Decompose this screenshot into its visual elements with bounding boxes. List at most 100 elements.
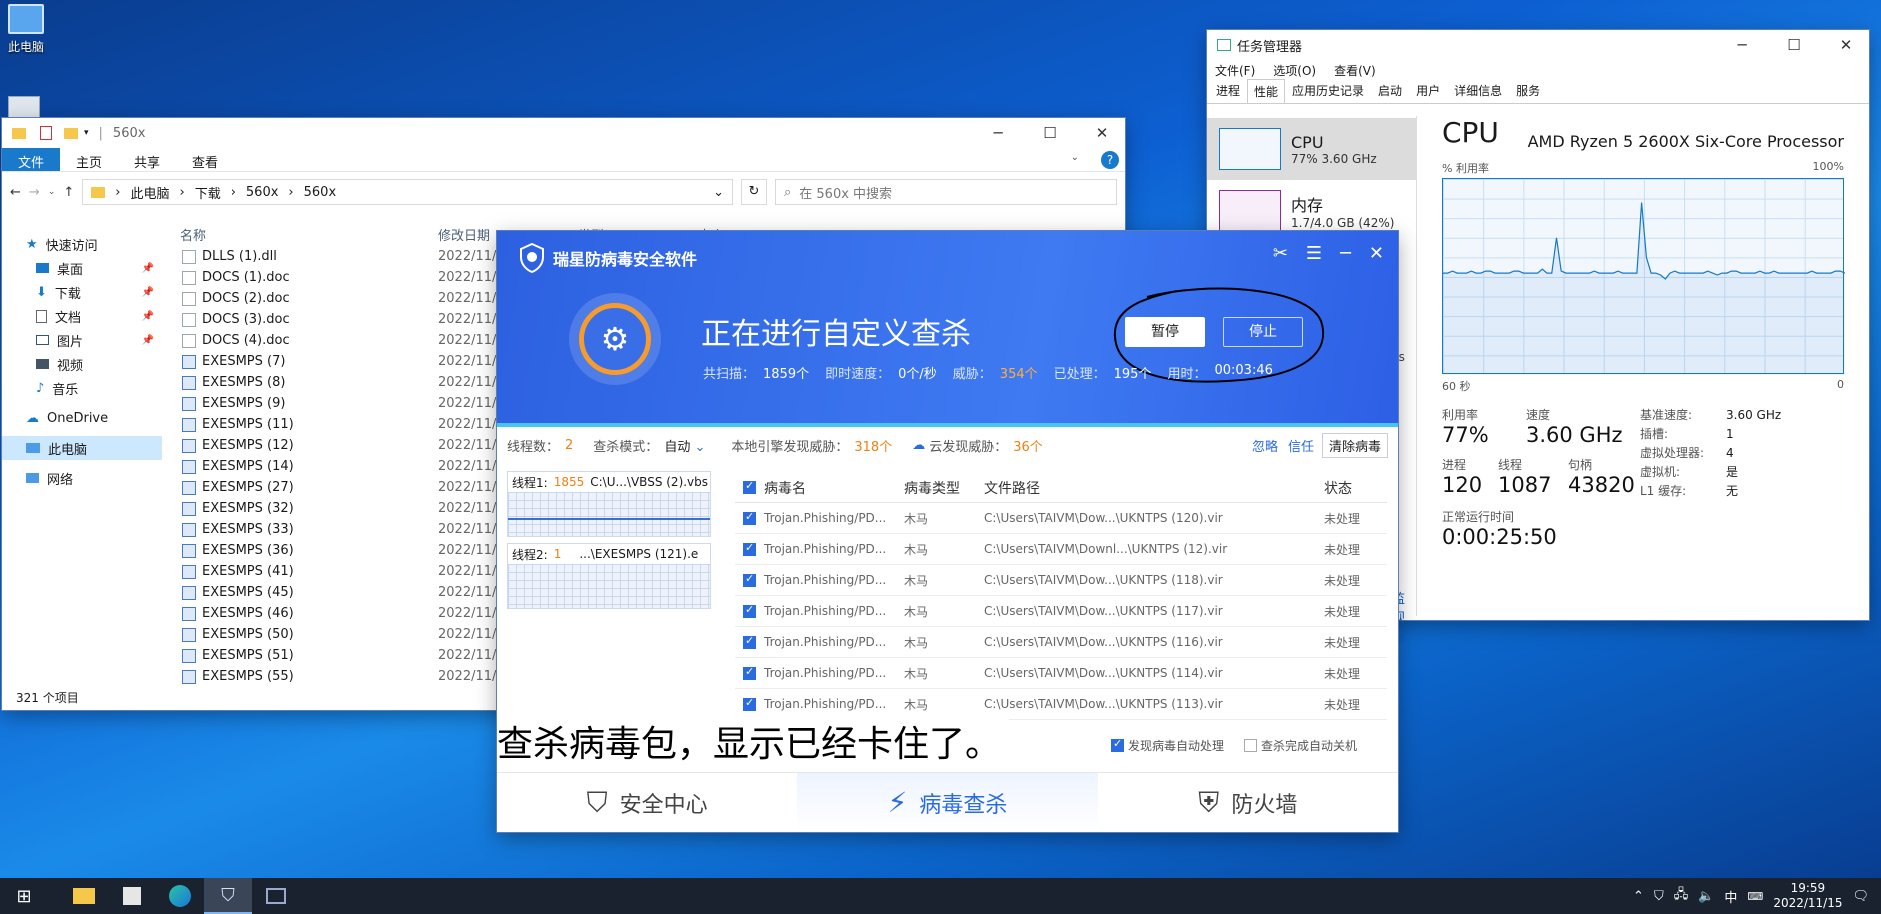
expand-ribbon-icon[interactable]: ⌄ (1055, 148, 1095, 171)
volume-icon[interactable]: 🔈 (1698, 889, 1714, 904)
pin-icon[interactable]: 📌 (142, 263, 154, 274)
nav-pictures[interactable]: 图片 📌 (2, 328, 162, 352)
input-method[interactable]: 中 (1724, 887, 1737, 906)
pin-icon[interactable]: 📌 (142, 287, 154, 298)
virus-row[interactable]: Trojan.Phishing/PD... 木马 C:\Users\TAIVM\Do… (735, 627, 1387, 658)
up-icon[interactable]: ↑ (63, 185, 74, 200)
nav-music[interactable]: ♪ 音乐 (2, 376, 162, 400)
taskbar-edge[interactable] (156, 878, 204, 914)
scan-mode-select[interactable]: 自动 ⌄ (664, 436, 705, 455)
ignore-link[interactable]: 忽略 (1252, 436, 1278, 455)
resource-cpu[interactable]: CPU 77% 3.60 GHz (1207, 118, 1416, 180)
auto-shutdown-option[interactable]: 查杀完成自动关机 (1244, 737, 1357, 754)
network-icon[interactable]: 🖧 (1674, 885, 1689, 907)
auto-shutdown-checkbox[interactable] (1244, 739, 1258, 752)
help-icon[interactable]: ? (1101, 151, 1119, 169)
tab-virus-scan[interactable]: ⚡ 病毒查杀 (797, 773, 1098, 832)
menu-file[interactable]: 文件(F) (1215, 62, 1255, 79)
address-bar[interactable]: › 此电脑 › 下载 › 560x › 560x ⌄ (82, 179, 733, 205)
menu-icon[interactable]: ☰ (1306, 243, 1322, 264)
customize-qat-icon[interactable]: ▾ (84, 128, 89, 138)
start-button[interactable]: ⊞ (0, 878, 48, 914)
row-checkbox[interactable] (743, 665, 756, 680)
notification-icon[interactable]: 🗨 (1852, 889, 1869, 904)
nav-this-pc[interactable]: 此电脑 (2, 436, 162, 460)
trust-link[interactable]: 信任 (1288, 436, 1314, 455)
row-checkbox[interactable] (743, 634, 756, 649)
refresh-icon[interactable]: ↻ (741, 179, 767, 205)
row-checkbox[interactable] (743, 603, 756, 618)
minimize-icon[interactable]: ─ (975, 124, 1021, 142)
desktop-icon-this-pc[interactable]: 此电脑 (0, 4, 56, 55)
tab-startup[interactable]: 启动 (1371, 78, 1409, 103)
auto-handle-checkbox[interactable] (1111, 737, 1124, 752)
tab-processes[interactable]: 进程 (1209, 78, 1247, 103)
tab-services[interactable]: 服务 (1509, 78, 1547, 103)
back-icon[interactable]: ← (10, 185, 21, 200)
row-checkbox[interactable] (743, 510, 756, 525)
forward-icon[interactable]: → (29, 185, 40, 200)
file-date: 2022/11/1 (438, 417, 505, 432)
virus-row[interactable]: Trojan.Phishing/PD... 木马 C:\Users\TAIVM\Do… (735, 658, 1387, 689)
taskbar-store[interactable] (108, 878, 156, 914)
clear-virus-button[interactable]: 清除病毒 (1321, 432, 1388, 458)
nav-downloads[interactable]: ⬇ 下载 📌 (2, 280, 162, 304)
file-name: EXESMPS (33) (202, 522, 294, 537)
column-name[interactable]: 名称 (178, 225, 438, 244)
nav-desktop[interactable]: 桌面 📌 (2, 256, 162, 280)
breadcrumb-this-pc[interactable]: 此电脑 (130, 183, 169, 202)
row-checkbox[interactable] (743, 541, 756, 556)
maximize-icon[interactable]: ☐ (1027, 124, 1073, 142)
ribbon-tab-view[interactable]: 查看 (176, 148, 234, 171)
nav-network[interactable]: 网络 (2, 466, 162, 490)
tab-details[interactable]: 详细信息 (1447, 78, 1509, 103)
maximize-icon[interactable]: ☐ (1771, 36, 1817, 54)
row-checkbox[interactable] (743, 696, 756, 711)
ribbon-tab-share[interactable]: 共享 (118, 148, 176, 171)
recycle-bin-icon[interactable] (8, 96, 40, 118)
close-icon[interactable]: ✕ (1079, 124, 1125, 142)
nav-videos[interactable]: 视频 (2, 352, 162, 376)
new-folder-icon[interactable] (64, 127, 78, 139)
clock[interactable]: 19:59 2022/11/15 (1773, 881, 1842, 911)
row-checkbox[interactable] (743, 572, 756, 587)
tab-firewall[interactable]: ⛨ 防火墙 (1098, 773, 1398, 832)
tab-performance[interactable]: 性能 (1247, 79, 1286, 103)
close-icon[interactable]: ✕ (1369, 243, 1384, 264)
minimize-icon[interactable]: ─ (1719, 36, 1765, 54)
virus-row[interactable]: Trojan.Phishing/PD... 木马 C:\Users\TAIVM\Do… (735, 565, 1387, 596)
chevron-up-icon[interactable]: ⌃ (1633, 889, 1644, 904)
ribbon-tab-home[interactable]: 主页 (60, 148, 118, 171)
taskbar-antivirus[interactable]: ⛉ (204, 878, 252, 914)
tools-icon[interactable]: ✂ (1273, 243, 1288, 264)
pin-icon[interactable]: 📌 (142, 311, 154, 322)
nav-onedrive[interactable]: ☁ OneDrive (2, 406, 162, 430)
nav-documents[interactable]: 文档 📌 (2, 304, 162, 328)
breadcrumb-downloads[interactable]: 下载 (195, 183, 221, 202)
minimize-icon[interactable]: ─ (1340, 243, 1351, 264)
select-all-checkbox[interactable] (743, 479, 756, 494)
virus-row[interactable]: Trojan.Phishing/PD... 木马 C:\Users\TAIVM\Do… (735, 534, 1387, 565)
tab-app-history[interactable]: 应用历史记录 (1285, 78, 1371, 103)
tab-users[interactable]: 用户 (1409, 78, 1447, 103)
breadcrumb-560x-sub[interactable]: 560x (304, 185, 337, 200)
recent-dropdown-icon[interactable]: ⌄ (48, 187, 56, 197)
keyboard-icon[interactable]: ⌨ (1747, 890, 1763, 903)
shield-tray-icon[interactable]: ⛉ (1654, 889, 1664, 904)
menu-view[interactable]: 查看(V) (1334, 62, 1376, 79)
tab-security-center[interactable]: ⛉ 安全中心 (497, 773, 797, 832)
breadcrumb-560x[interactable]: 560x (246, 185, 279, 200)
ribbon-tab-file[interactable]: 文件 (2, 148, 61, 171)
close-icon[interactable]: ✕ (1823, 36, 1869, 54)
pin-icon[interactable]: 📌 (142, 335, 154, 346)
taskbar-task-manager[interactable] (252, 878, 300, 914)
virus-row[interactable]: Trojan.Phishing/PD... 木马 C:\Users\TAIVM\Do… (735, 596, 1387, 627)
auto-handle-option[interactable]: 发现病毒自动处理 (1111, 737, 1224, 754)
virus-row[interactable]: Trojan.Phishing/PD... 木马 C:\Users\TAIVM\Do… (735, 503, 1387, 534)
menu-options[interactable]: 选项(O) (1273, 62, 1316, 79)
search-input[interactable]: ⌕ 在 560x 中搜索 (775, 179, 1117, 205)
taskbar-explorer[interactable] (60, 878, 108, 914)
chevron-down-icon[interactable]: ⌄ (713, 185, 724, 200)
nav-quick-access[interactable]: ★ 快速访问 (2, 232, 162, 256)
properties-icon[interactable] (40, 126, 52, 140)
